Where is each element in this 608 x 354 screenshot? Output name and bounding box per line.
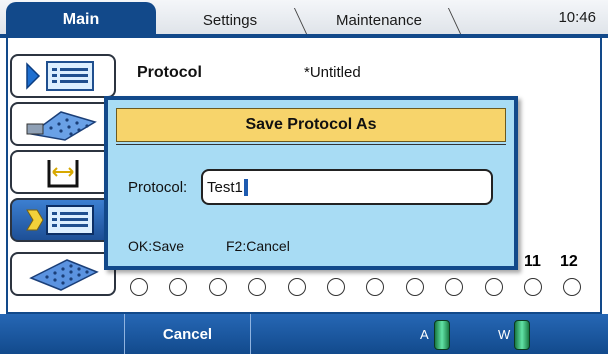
well-8[interactable] <box>405 278 424 296</box>
well-column-12-label: 12 <box>560 253 578 270</box>
well-1[interactable] <box>130 278 148 296</box>
softkey-empty[interactable] <box>250 314 370 354</box>
protocol-name-value: Test1 <box>207 178 243 196</box>
well-7[interactable] <box>366 278 385 296</box>
bottle-icon <box>514 320 530 350</box>
divider <box>116 144 506 145</box>
bottle-a-label: A <box>420 327 429 342</box>
aspirate-dispense-button[interactable] <box>10 150 116 194</box>
protocol-name-input[interactable]: Test1 <box>201 169 493 205</box>
protocol-name: *Untitled <box>304 64 361 81</box>
plate-washer-icon <box>26 111 97 141</box>
well-row <box>124 272 594 302</box>
ok-save-hint: OK:Save <box>128 238 185 254</box>
well-3[interactable] <box>208 278 227 296</box>
tab-main[interactable]: Main <box>6 2 156 38</box>
tab-maintenance[interactable]: Maintenance <box>304 6 454 34</box>
bottom-bar: Cancel A W <box>0 314 608 354</box>
bottle-w-label: W <box>498 327 511 342</box>
protocol-field-label: Protocol: <box>128 179 188 196</box>
well-10[interactable] <box>484 278 503 296</box>
aspirate-dispense-icon <box>47 160 79 188</box>
protocol-label: Protocol <box>137 64 202 81</box>
bottle-icon <box>434 320 450 350</box>
microplate-button[interactable] <box>10 252 116 296</box>
clock: 10:46 <box>558 9 596 26</box>
save-protocol-dialog: Save Protocol As Protocol: Test1 OK:Save… <box>104 96 518 270</box>
well-12[interactable] <box>563 278 582 296</box>
tab-settings[interactable]: Settings <box>160 6 300 34</box>
well-9[interactable] <box>445 278 464 296</box>
well-4[interactable] <box>248 278 267 296</box>
well-2[interactable] <box>169 278 188 296</box>
microplate-icon <box>29 259 99 291</box>
plate-washer-button[interactable] <box>10 102 116 146</box>
cancel-button[interactable]: Cancel <box>124 314 250 354</box>
active-step-button[interactable] <box>10 198 116 242</box>
well-5[interactable] <box>287 278 306 296</box>
active-step-icon <box>26 205 94 235</box>
dialog-title: Save Protocol As <box>116 108 506 142</box>
tab-bar: Main Settings Maintenance 10:46 <box>0 0 608 38</box>
f2-cancel-hint: F2:Cancel <box>226 238 290 254</box>
well-11[interactable] <box>524 278 542 296</box>
well-6[interactable] <box>327 278 345 296</box>
protocol-list-button[interactable] <box>10 54 116 98</box>
protocol-list-icon <box>26 61 94 91</box>
text-cursor <box>243 178 248 196</box>
well-column-11-label: 11 <box>524 253 541 270</box>
